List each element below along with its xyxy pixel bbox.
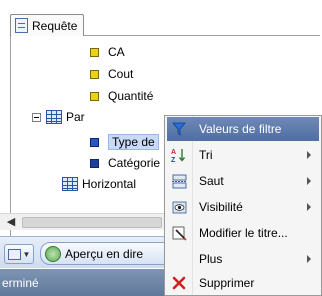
menu-item-label: Valeurs de filtre	[199, 122, 282, 136]
dimension-icon	[90, 158, 99, 168]
query-panel: Requête CA Cout Quantité Par Type de Cat…	[0, 0, 322, 296]
tree-item-label: Quantité	[108, 89, 154, 103]
menu-item-label: Visibilité	[199, 200, 243, 214]
query-tab[interactable]: Requête	[10, 14, 84, 36]
menu-item-edit-title[interactable]: Modifier le titre...	[167, 221, 319, 245]
live-preview-button[interactable]: Aperçu en dire	[40, 242, 180, 265]
menu-item-sort[interactable]: A Z Tri	[167, 143, 319, 167]
tree-item-horizontal[interactable]: Horizontal	[62, 174, 136, 194]
measure-icon	[90, 69, 99, 79]
query-tab-label: Requête	[32, 18, 78, 33]
tree-item-label: Horizontal	[82, 177, 137, 191]
sort-icon: A Z	[171, 147, 187, 163]
preview-icon	[45, 245, 61, 262]
menu-item-label: Supprimer	[199, 276, 255, 290]
tree-item-quantite[interactable]: Quantité	[90, 86, 153, 106]
visibility-icon	[171, 199, 187, 215]
grid-icon	[62, 177, 78, 191]
context-menu: Valeurs de filtre A Z Tri Saut Visibilit…	[164, 115, 322, 296]
break-icon	[171, 173, 187, 189]
svg-text:A: A	[171, 149, 176, 156]
tree-group-par[interactable]: Par	[32, 107, 85, 127]
menu-item-label: Modifier le titre...	[199, 226, 288, 240]
edit-title-icon	[171, 225, 187, 241]
group-box-top-border	[84, 35, 320, 36]
submenu-arrow-icon	[307, 255, 311, 263]
collapse-icon[interactable]	[32, 112, 41, 122]
tree-item-categorie[interactable]: Catégorie	[90, 153, 160, 173]
table-view-icon	[7, 248, 21, 260]
menu-item-label: Tri	[199, 148, 213, 162]
tree-item-label: Type de	[108, 134, 159, 150]
measure-icon	[90, 91, 99, 101]
delete-icon	[171, 275, 187, 291]
menu-item-break[interactable]: Saut	[167, 169, 319, 193]
submenu-arrow-icon	[307, 151, 311, 159]
live-preview-label: Aperçu en dire	[65, 246, 144, 261]
bottom-toolbar: ▼ Aperçu en dire	[0, 236, 180, 268]
horizontal-scrollbar[interactable]: ◀	[0, 213, 170, 230]
submenu-arrow-icon	[307, 203, 311, 211]
chevron-down-icon: ▼	[22, 249, 31, 259]
scroll-thumb[interactable]	[22, 217, 162, 228]
funnel-icon	[171, 121, 187, 137]
status-bar: erminé	[0, 269, 170, 296]
submenu-arrow-icon	[307, 177, 311, 185]
tree-item-label: Catégorie	[108, 156, 161, 170]
grid-icon	[46, 110, 62, 124]
dimension-icon	[90, 137, 99, 147]
scroll-left-arrow-icon[interactable]: ◀	[4, 216, 18, 229]
measure-icon	[90, 47, 99, 57]
menu-item-label: Saut	[199, 174, 224, 188]
tree-group-label: Par	[66, 110, 85, 124]
view-mode-dropdown-button[interactable]: ▼	[4, 244, 34, 264]
group-box-left-border	[10, 36, 11, 236]
tree-item-label: Cout	[108, 67, 134, 81]
menu-item-label: Plus	[199, 252, 223, 266]
menu-item-filter-values[interactable]: Valeurs de filtre	[167, 117, 319, 141]
menu-item-delete[interactable]: Supprimer	[167, 271, 319, 295]
status-text: erminé	[2, 275, 39, 290]
svg-text:Z: Z	[171, 157, 176, 163]
tree-item-label: CA	[108, 45, 125, 59]
menu-item-visibility[interactable]: Visibilité	[167, 195, 319, 219]
menu-item-more[interactable]: Plus	[167, 247, 319, 271]
tree-item-cout[interactable]: Cout	[90, 64, 133, 84]
document-icon	[15, 18, 28, 33]
tree-item-type-de[interactable]: Type de	[90, 132, 159, 152]
tree-item-ca[interactable]: CA	[90, 42, 125, 62]
